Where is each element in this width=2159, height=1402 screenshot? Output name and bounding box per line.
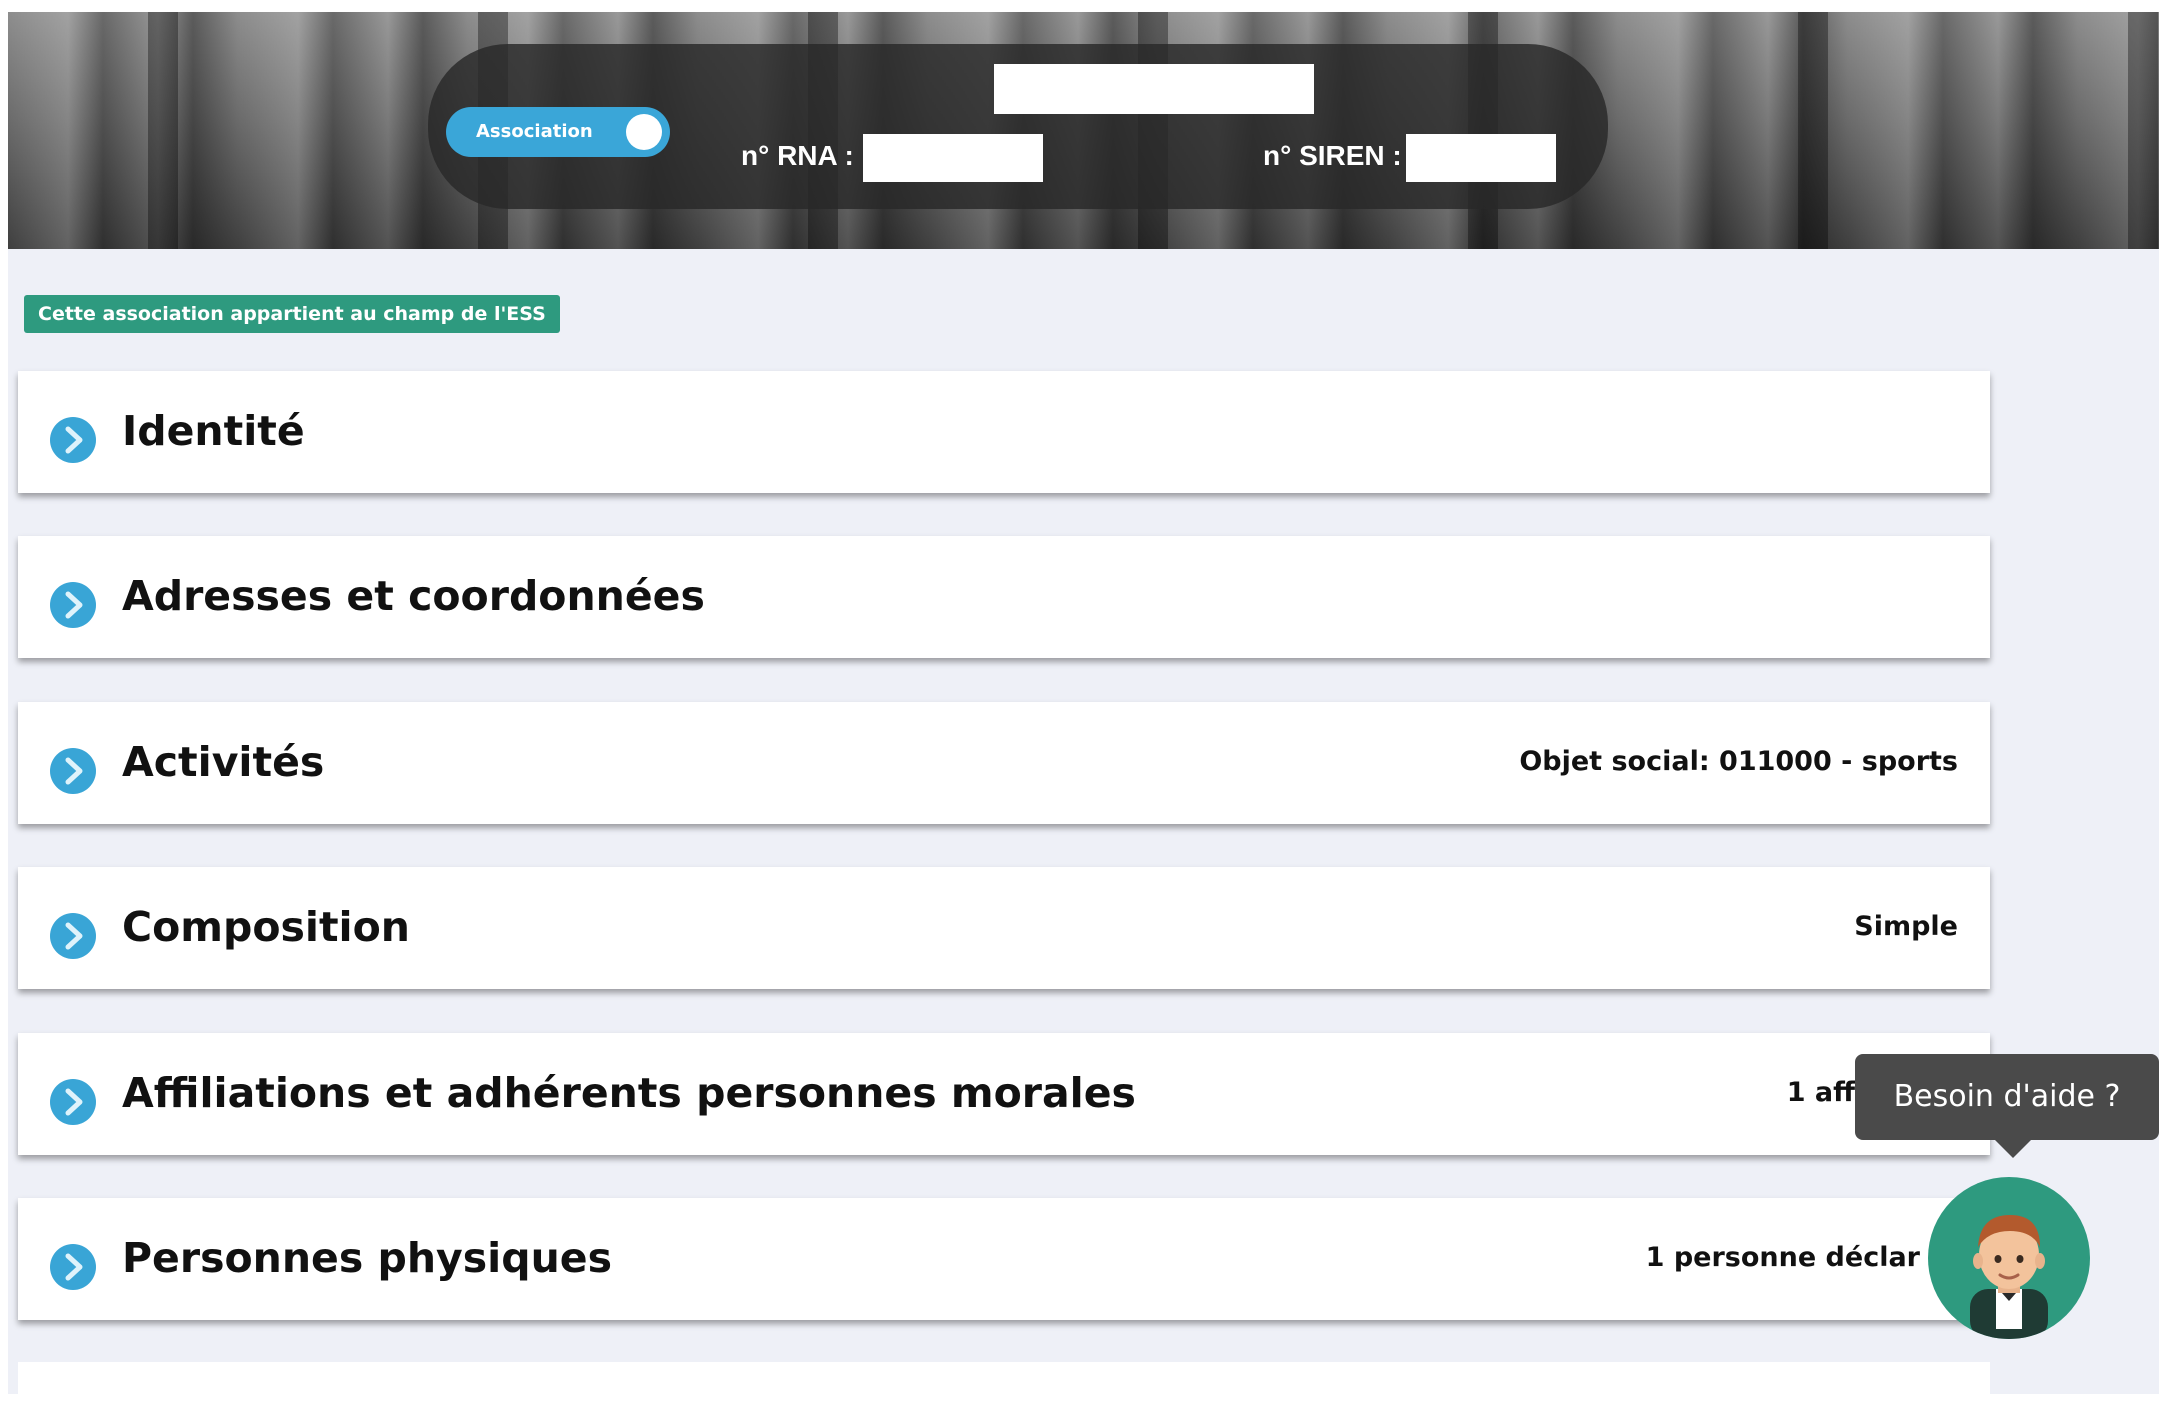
section-next-partial[interactable]: [18, 1362, 1990, 1402]
section-title: Adresses et coordonnées: [122, 572, 705, 620]
chevron-right-icon: [50, 1244, 96, 1290]
section-personnes-physiques[interactable]: Personnes physiques 1 personne déclar: [18, 1198, 1990, 1320]
section-title: Activités: [122, 738, 325, 786]
chevron-right-icon: [50, 582, 96, 628]
help-tooltip[interactable]: Besoin d'aide ?: [1855, 1054, 2159, 1158]
chevron-right-icon: [50, 913, 96, 959]
association-toggle[interactable]: Association: [446, 107, 670, 157]
section-activites[interactable]: Activités Objet social: 011000 - sports: [18, 702, 1990, 824]
header-banner: Association n° RNA : n° SIREN :: [8, 12, 2159, 249]
section-title: Personnes physiques: [122, 1234, 612, 1282]
support-agent-icon: [1970, 1215, 2048, 1339]
section-summary: Objet social: 011000 - sports: [1519, 746, 1958, 777]
toggle-knob: [626, 114, 662, 150]
siren-value-redacted: [1406, 134, 1556, 182]
section-title: Affiliations et adhérents personnes mora…: [122, 1069, 1136, 1117]
association-name-redacted: [994, 64, 1314, 114]
section-summary: 1 aff: [1786, 1077, 1855, 1108]
section-affiliations[interactable]: Affiliations et adhérents personnes mora…: [18, 1033, 1990, 1155]
rna-value-redacted: [863, 134, 1043, 182]
section-summary: 1 personne déclar: [1645, 1242, 1920, 1273]
chevron-right-icon: [50, 748, 96, 794]
tooltip-arrow: [1995, 1140, 2031, 1158]
chevron-right-icon: [50, 417, 96, 463]
section-identite[interactable]: Identité: [18, 371, 1990, 493]
toggle-label: Association: [476, 121, 593, 142]
help-tooltip-text: Besoin d'aide ?: [1893, 1079, 2121, 1114]
section-title: Composition: [122, 903, 410, 951]
help-avatar-button[interactable]: [1928, 1177, 2090, 1339]
chevron-right-icon: [50, 1079, 96, 1125]
section-composition[interactable]: Composition Simple: [18, 867, 1990, 989]
section-summary: Simple: [1854, 911, 1958, 942]
siren-label: n° SIREN :: [1263, 140, 1402, 171]
page: Association n° RNA : n° SIREN : Cette as…: [8, 12, 2159, 1402]
ess-badge: Cette association appartient au champ de…: [24, 295, 560, 333]
section-adresses[interactable]: Adresses et coordonnées: [18, 536, 1990, 658]
section-title: Identité: [122, 407, 305, 455]
rna-label: n° RNA :: [741, 140, 854, 171]
